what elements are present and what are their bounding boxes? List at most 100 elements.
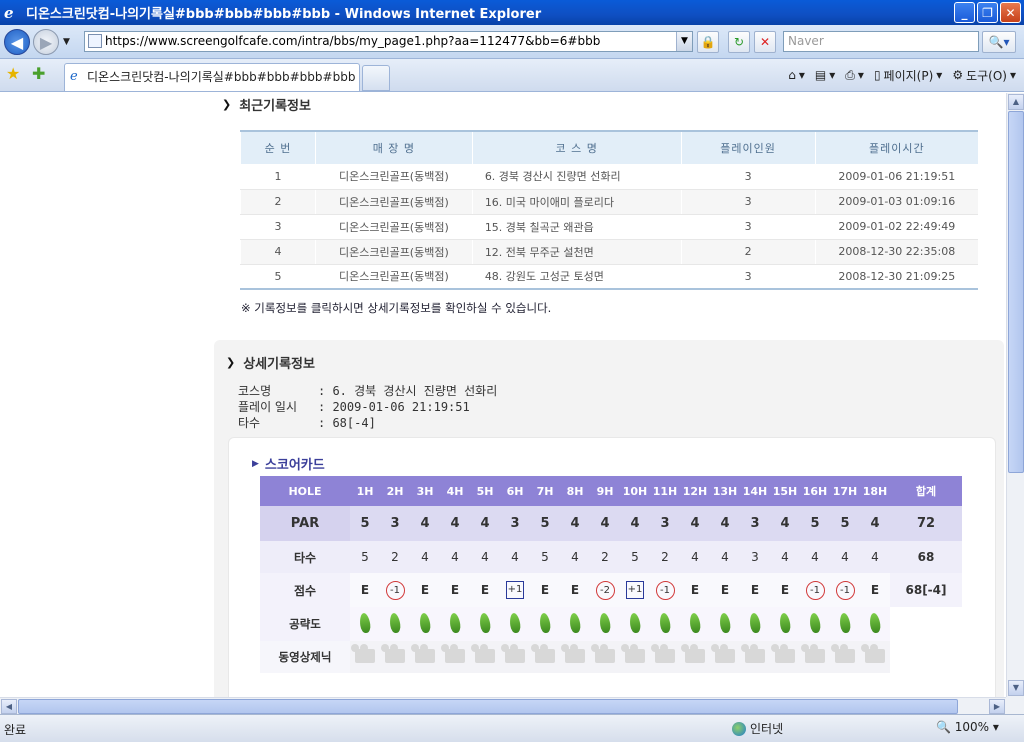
movie-cell[interactable] bbox=[710, 641, 740, 673]
movie-cell[interactable] bbox=[500, 641, 530, 673]
video-camera-icon[interactable] bbox=[801, 643, 825, 663]
history-dropdown-icon[interactable]: ▼ bbox=[63, 37, 70, 47]
movie-cell[interactable] bbox=[830, 641, 860, 673]
vertical-scrollbar[interactable]: ▲ ▼ bbox=[1006, 93, 1024, 697]
difficulty-cell[interactable] bbox=[470, 607, 500, 641]
movie-cell[interactable] bbox=[620, 641, 650, 673]
video-camera-icon[interactable] bbox=[351, 643, 375, 663]
video-camera-icon[interactable] bbox=[501, 643, 525, 663]
home-button[interactable]: ⌂ ▾ bbox=[788, 68, 805, 82]
hole-map-icon[interactable] bbox=[598, 611, 612, 634]
difficulty-cell[interactable] bbox=[350, 607, 380, 641]
hole-map-icon[interactable] bbox=[418, 611, 432, 634]
hole-map-icon[interactable] bbox=[658, 611, 672, 634]
hole-map-icon[interactable] bbox=[448, 611, 462, 634]
table-row[interactable]: 1 디온스크린골프(동백점) 6. 경북 경산시 진량면 선화리 3 2009-… bbox=[240, 164, 978, 190]
hole-map-icon[interactable] bbox=[568, 611, 582, 634]
difficulty-cell[interactable] bbox=[380, 607, 410, 641]
close-button[interactable]: ✕ bbox=[1000, 2, 1021, 23]
video-camera-icon[interactable] bbox=[471, 643, 495, 663]
horizontal-scrollbar[interactable]: ◀ ▶ bbox=[0, 697, 1006, 714]
video-camera-icon[interactable] bbox=[381, 643, 405, 663]
video-camera-icon[interactable] bbox=[621, 643, 645, 663]
difficulty-cell[interactable] bbox=[860, 607, 890, 641]
movie-cell[interactable] bbox=[440, 641, 470, 673]
table-row[interactable]: 3 디온스크린골프(동백점) 15. 경북 칠곡군 왜관읍 3 2009-01-… bbox=[240, 214, 978, 240]
difficulty-cell[interactable] bbox=[410, 607, 440, 641]
video-camera-icon[interactable] bbox=[411, 643, 435, 663]
table-row[interactable]: 4 디온스크린골프(동백점) 12. 전북 무주군 설천면 2 2008-12-… bbox=[240, 239, 978, 265]
movie-cell[interactable] bbox=[860, 641, 890, 673]
restore-button[interactable]: ❐ bbox=[977, 2, 998, 23]
video-camera-icon[interactable] bbox=[591, 643, 615, 663]
movie-cell[interactable] bbox=[380, 641, 410, 673]
video-camera-icon[interactable] bbox=[441, 643, 465, 663]
page-menu[interactable]: ▯ 페이지(P) ▾ bbox=[874, 67, 942, 84]
hole-map-icon[interactable] bbox=[508, 611, 522, 634]
difficulty-cell[interactable] bbox=[590, 607, 620, 641]
video-camera-icon[interactable] bbox=[651, 643, 675, 663]
hole-map-icon[interactable] bbox=[778, 611, 792, 634]
scroll-thumb-h[interactable] bbox=[18, 699, 958, 714]
difficulty-cell[interactable] bbox=[530, 607, 560, 641]
search-icon[interactable]: 🔍▾ bbox=[982, 31, 1016, 53]
difficulty-cell[interactable] bbox=[710, 607, 740, 641]
difficulty-cell[interactable] bbox=[740, 607, 770, 641]
difficulty-cell[interactable] bbox=[500, 607, 530, 641]
difficulty-cell[interactable] bbox=[680, 607, 710, 641]
movie-cell[interactable] bbox=[470, 641, 500, 673]
security-zone[interactable]: 인터넷 bbox=[732, 720, 783, 737]
scroll-right-icon[interactable]: ▶ bbox=[989, 699, 1005, 714]
video-camera-icon[interactable] bbox=[741, 643, 765, 663]
difficulty-cell[interactable] bbox=[650, 607, 680, 641]
movie-cell[interactable] bbox=[590, 641, 620, 673]
hole-map-icon[interactable] bbox=[718, 611, 732, 634]
hole-map-icon[interactable] bbox=[838, 611, 852, 634]
print-button[interactable]: ⎙ ▾ bbox=[845, 68, 864, 83]
favorites-star-icon[interactable]: ★ bbox=[6, 64, 20, 83]
hole-map-icon[interactable] bbox=[478, 611, 492, 634]
scroll-up-icon[interactable]: ▲ bbox=[1008, 94, 1024, 110]
feeds-button[interactable]: ▤ ▾ bbox=[815, 68, 835, 82]
movie-cell[interactable] bbox=[650, 641, 680, 673]
scroll-thumb[interactable] bbox=[1008, 111, 1024, 473]
video-camera-icon[interactable] bbox=[771, 643, 795, 663]
back-button[interactable]: ◀ bbox=[4, 29, 30, 55]
difficulty-cell[interactable] bbox=[440, 607, 470, 641]
hole-map-icon[interactable] bbox=[538, 611, 552, 634]
add-favorites-icon[interactable]: ✚ bbox=[32, 64, 45, 83]
movie-cell[interactable] bbox=[770, 641, 800, 673]
tools-menu[interactable]: ⚙ 도구(O) ▾ bbox=[952, 67, 1016, 84]
difficulty-cell[interactable] bbox=[560, 607, 590, 641]
movie-cell[interactable] bbox=[680, 641, 710, 673]
scroll-left-icon[interactable]: ◀ bbox=[1, 699, 17, 714]
hole-map-icon[interactable] bbox=[808, 611, 822, 634]
hole-map-icon[interactable] bbox=[688, 611, 702, 634]
tab-current[interactable]: e 디온스크린닷컴-나의기록실#bbb#bbb#bbb#bbb bbox=[64, 63, 360, 91]
hole-map-icon[interactable] bbox=[628, 611, 642, 634]
zoom-control[interactable]: 🔍 100% ▾ bbox=[936, 720, 999, 734]
stop-icon[interactable]: ✕ bbox=[754, 31, 776, 53]
movie-cell[interactable] bbox=[560, 641, 590, 673]
video-camera-icon[interactable] bbox=[831, 643, 855, 663]
lock-icon[interactable]: 🔒 bbox=[697, 31, 719, 53]
table-row[interactable]: 5 디온스크린골프(동백점) 48. 강원도 고성군 토성면 3 2008-12… bbox=[240, 264, 978, 290]
forward-button[interactable]: ▶ bbox=[33, 29, 59, 55]
hole-map-icon[interactable] bbox=[868, 611, 882, 634]
difficulty-cell[interactable] bbox=[800, 607, 830, 641]
difficulty-cell[interactable] bbox=[620, 607, 650, 641]
address-input[interactable]: https://www.screengolfcafe.com/intra/bbs… bbox=[84, 31, 693, 52]
hole-map-icon[interactable] bbox=[358, 611, 372, 634]
refresh-icon[interactable]: ↻ bbox=[728, 31, 750, 53]
movie-cell[interactable] bbox=[530, 641, 560, 673]
video-camera-icon[interactable] bbox=[681, 643, 705, 663]
hole-map-icon[interactable] bbox=[748, 611, 762, 634]
table-row[interactable]: 2 디온스크린골프(동백점) 16. 미국 마이애미 플로리다 3 2009-0… bbox=[240, 189, 978, 215]
movie-cell[interactable] bbox=[740, 641, 770, 673]
video-camera-icon[interactable] bbox=[711, 643, 735, 663]
movie-cell[interactable] bbox=[350, 641, 380, 673]
difficulty-cell[interactable] bbox=[770, 607, 800, 641]
hole-map-icon[interactable] bbox=[388, 611, 402, 634]
difficulty-cell[interactable] bbox=[830, 607, 860, 641]
new-tab-button[interactable] bbox=[362, 65, 390, 91]
